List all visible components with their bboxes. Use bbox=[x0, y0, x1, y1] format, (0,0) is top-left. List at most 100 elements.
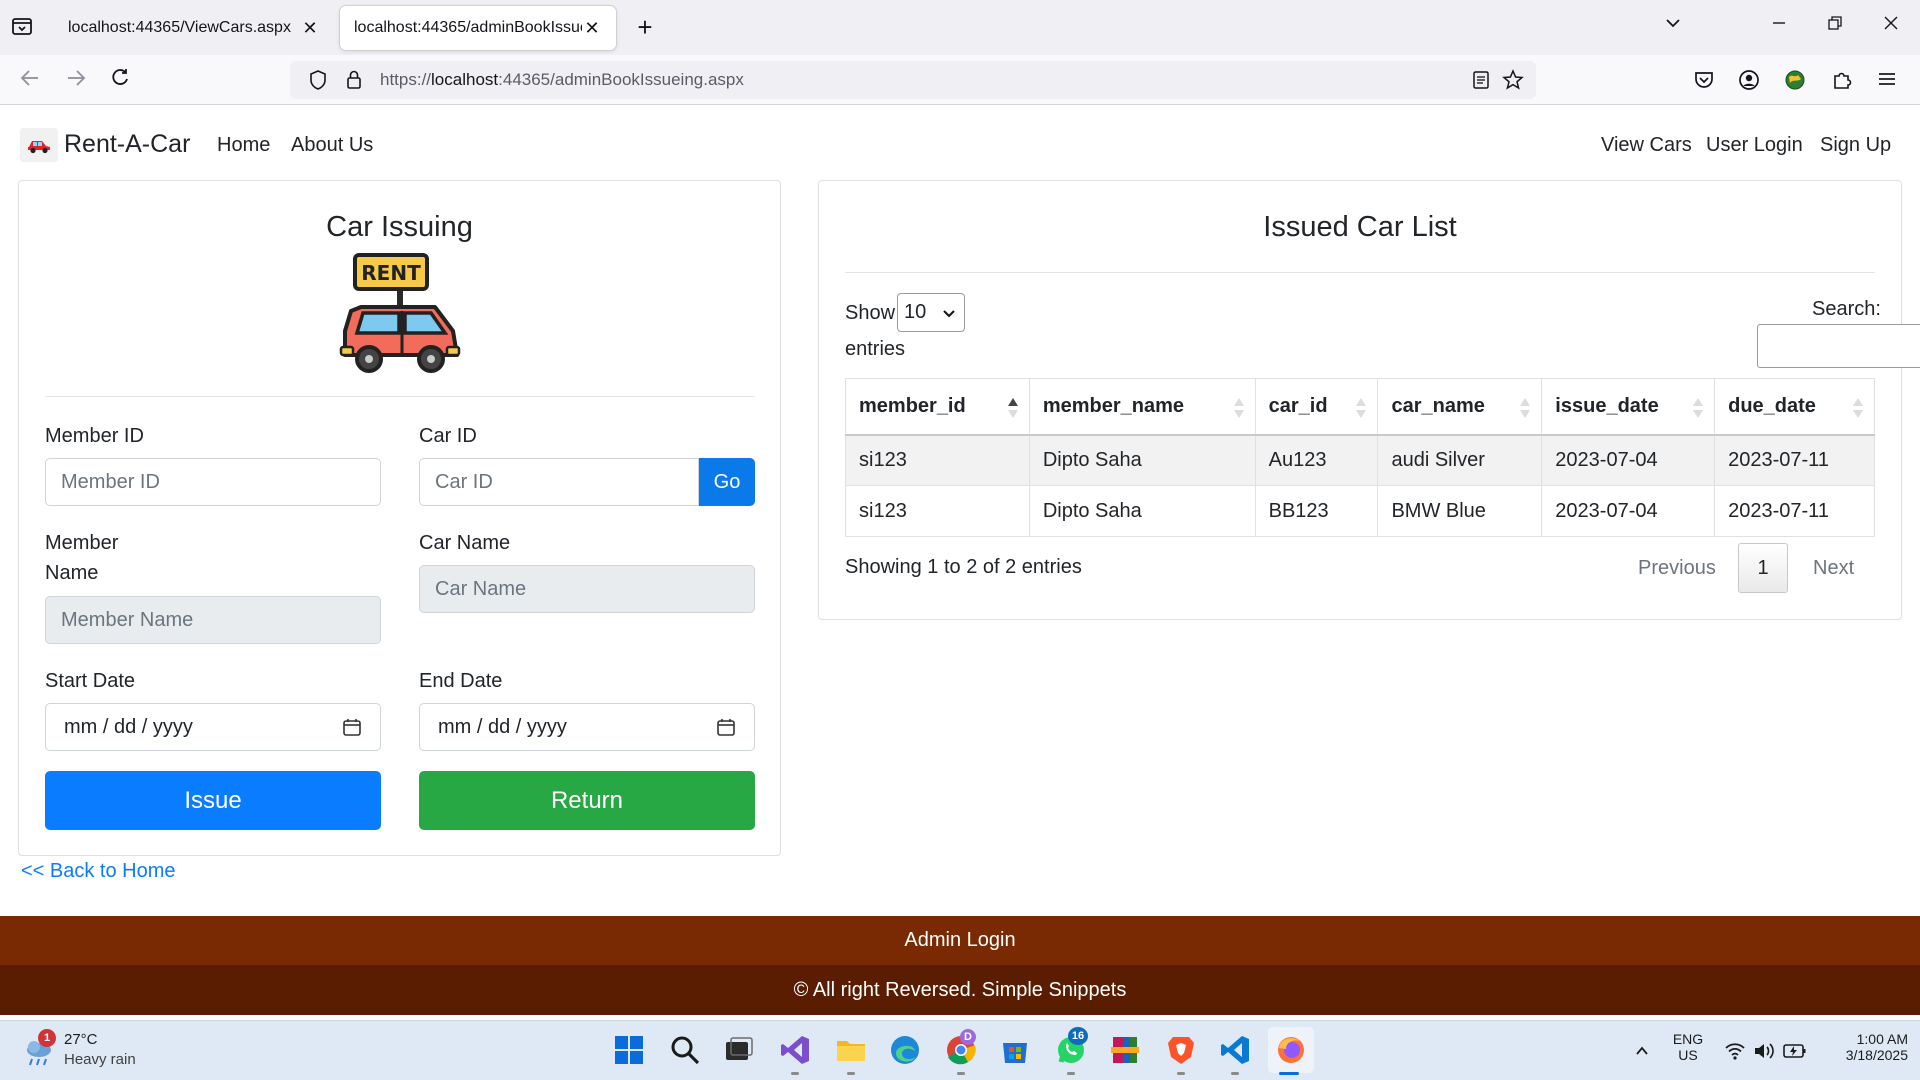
column-header-member-name[interactable]: member_name bbox=[1028, 378, 1256, 436]
forward-arrow-icon[interactable] bbox=[62, 67, 90, 95]
chevron-down-icon bbox=[942, 304, 956, 327]
battery-charging-icon[interactable] bbox=[1783, 1042, 1807, 1060]
car-id-input[interactable]: Car ID bbox=[419, 458, 699, 506]
list-all-tabs-chevron-icon[interactable] bbox=[1658, 14, 1688, 38]
column-header-car-name[interactable]: car_name bbox=[1377, 378, 1543, 436]
firefox-browser-icon[interactable] bbox=[1274, 1033, 1308, 1067]
entries-label: entries bbox=[845, 338, 906, 360]
issue-button[interactable]: Issue bbox=[45, 771, 381, 830]
clock[interactable]: 1:00 AM 3/18/2025 bbox=[1818, 1031, 1908, 1063]
menu-hamburger-icon[interactable] bbox=[1876, 68, 1902, 94]
reader-view-icon[interactable] bbox=[1470, 69, 1494, 93]
wifi-icon[interactable] bbox=[1724, 1041, 1746, 1061]
back-to-home-link[interactable]: << Back to Home bbox=[21, 860, 176, 883]
nav-link-user-login[interactable]: User Login bbox=[1706, 134, 1803, 157]
pagination-next-button[interactable]: Next bbox=[1813, 557, 1854, 580]
table-header-row: member_id member_name car_id car_name is… bbox=[845, 378, 1875, 436]
new-tab-plus-icon[interactable]: + bbox=[630, 12, 660, 43]
table-row: si123 Dipto Saha BB123 BMW Blue 2023-07-… bbox=[845, 485, 1875, 537]
chevron-up-icon[interactable] bbox=[1634, 1043, 1650, 1059]
table-cell: Dipto Saha bbox=[1028, 434, 1256, 486]
table-cell: 2023-07-04 bbox=[1541, 434, 1716, 486]
windows-start-icon[interactable] bbox=[612, 1033, 646, 1067]
restore-icon[interactable] bbox=[1820, 14, 1850, 37]
member-id-input[interactable]: Member ID bbox=[45, 458, 381, 506]
sort-icon bbox=[1853, 398, 1863, 418]
column-header-label: due_date bbox=[1728, 394, 1816, 417]
winrar-icon[interactable] bbox=[1108, 1033, 1142, 1067]
calendar-icon[interactable] bbox=[342, 717, 362, 737]
go-button[interactable]: Go bbox=[699, 458, 755, 506]
column-header-member-id[interactable]: member_id bbox=[845, 378, 1030, 436]
member-name-input[interactable]: Member Name bbox=[45, 596, 381, 644]
file-explorer-icon[interactable] bbox=[834, 1033, 868, 1067]
tab-title: localhost:44365/ViewCars.aspx bbox=[68, 19, 291, 36]
nav-link-home[interactable]: Home bbox=[217, 134, 270, 157]
browser-navigation-bar: https://localhost:44365/adminBookIssuein… bbox=[0, 55, 1920, 105]
chrome-profile-badge: D bbox=[960, 1029, 976, 1045]
brave-browser-icon[interactable] bbox=[1164, 1033, 1198, 1067]
car-logo-icon[interactable] bbox=[20, 128, 58, 162]
close-icon[interactable]: ✕ bbox=[300, 18, 320, 39]
nav-link-sign-up[interactable]: Sign Up bbox=[1820, 134, 1891, 157]
tab-list-icon[interactable] bbox=[10, 14, 40, 42]
running-indicator bbox=[1231, 1072, 1239, 1075]
car-name-input[interactable]: Car Name bbox=[419, 565, 755, 613]
clock-date: 3/18/2025 bbox=[1845, 1047, 1908, 1063]
weather-widget[interactable]: 1 27°C Heavy rain bbox=[20, 1029, 160, 1073]
pocket-icon[interactable] bbox=[1692, 68, 1718, 94]
column-header-due-date[interactable]: due_date bbox=[1714, 378, 1875, 436]
browser-tab-adminbookissueing[interactable]: localhost:44365/adminBookIssueing ✕ bbox=[340, 6, 616, 50]
brand-name[interactable]: Rent-A-Car bbox=[64, 130, 190, 159]
close-window-icon[interactable] bbox=[1876, 14, 1906, 37]
member-name-label-line2: Name bbox=[45, 562, 99, 584]
extensions-puzzle-icon[interactable] bbox=[1830, 68, 1856, 94]
issued-cars-table: member_id member_name car_id car_name is… bbox=[845, 378, 1875, 537]
browser-tab-viewcars[interactable]: localhost:44365/ViewCars.aspx ✕ bbox=[54, 6, 334, 50]
search-input[interactable] bbox=[1757, 324, 1920, 368]
divider bbox=[45, 396, 755, 397]
volume-icon[interactable] bbox=[1753, 1041, 1775, 1061]
pagination-previous-button[interactable]: Previous bbox=[1638, 557, 1716, 580]
sort-ascending-icon bbox=[1007, 398, 1018, 418]
address-bar[interactable]: https://localhost:44365/adminBookIssuein… bbox=[290, 61, 1536, 99]
vscode-icon[interactable] bbox=[1218, 1033, 1252, 1067]
account-icon[interactable] bbox=[1737, 68, 1763, 94]
admin-login-link[interactable]: Admin Login bbox=[904, 929, 1015, 952]
car-issuing-card: Car Issuing RENT Member ID Member ID Car… bbox=[18, 180, 781, 856]
visual-studio-icon[interactable] bbox=[778, 1033, 812, 1067]
reload-icon[interactable] bbox=[106, 67, 134, 95]
close-icon[interactable]: ✕ bbox=[582, 18, 602, 39]
member-id-label: Member ID bbox=[45, 425, 144, 447]
calendar-icon[interactable] bbox=[716, 717, 736, 737]
copyright-text: © All right Reversed. Simple Snippets bbox=[793, 978, 1127, 1001]
active-app-indicator bbox=[1279, 1072, 1299, 1075]
language-indicator[interactable]: ENG US bbox=[1668, 1031, 1708, 1063]
whatsapp-unread-badge: 16 bbox=[1068, 1027, 1088, 1045]
search-icon[interactable] bbox=[668, 1033, 702, 1067]
pagination-page-1-button[interactable]: 1 bbox=[1738, 543, 1788, 593]
column-header-issue-date[interactable]: issue_date bbox=[1541, 378, 1716, 436]
shield-icon[interactable] bbox=[304, 68, 332, 92]
card-title: Issued Car List bbox=[1263, 211, 1457, 243]
lock-icon[interactable] bbox=[340, 68, 368, 92]
bookmark-star-icon[interactable] bbox=[1502, 69, 1526, 93]
back-arrow-icon[interactable] bbox=[16, 67, 44, 95]
minimize-icon[interactable] bbox=[1764, 14, 1794, 37]
nav-link-view-cars[interactable]: View Cars bbox=[1601, 134, 1692, 157]
nav-link-about-us[interactable]: About Us bbox=[291, 134, 373, 157]
extension-globe-icon[interactable] bbox=[1783, 68, 1809, 94]
start-date-input[interactable]: mm / dd / yyyy bbox=[45, 703, 381, 751]
return-button[interactable]: Return bbox=[419, 771, 755, 830]
edge-browser-icon[interactable] bbox=[888, 1033, 922, 1067]
table-cell: 2023-07-04 bbox=[1541, 485, 1716, 537]
page-size-select[interactable]: 10 bbox=[897, 293, 965, 332]
url-path: :44365/adminBookIssueing.aspx bbox=[498, 70, 744, 89]
region-code: US bbox=[1678, 1047, 1698, 1063]
tab-title: localhost:44365/adminBookIssueing bbox=[354, 19, 582, 36]
task-view-icon[interactable] bbox=[722, 1033, 756, 1067]
show-label: Show bbox=[845, 302, 896, 324]
column-header-car-id[interactable]: car_id bbox=[1254, 378, 1379, 436]
microsoft-store-icon[interactable] bbox=[998, 1033, 1032, 1067]
end-date-input[interactable]: mm / dd / yyyy bbox=[419, 703, 755, 751]
